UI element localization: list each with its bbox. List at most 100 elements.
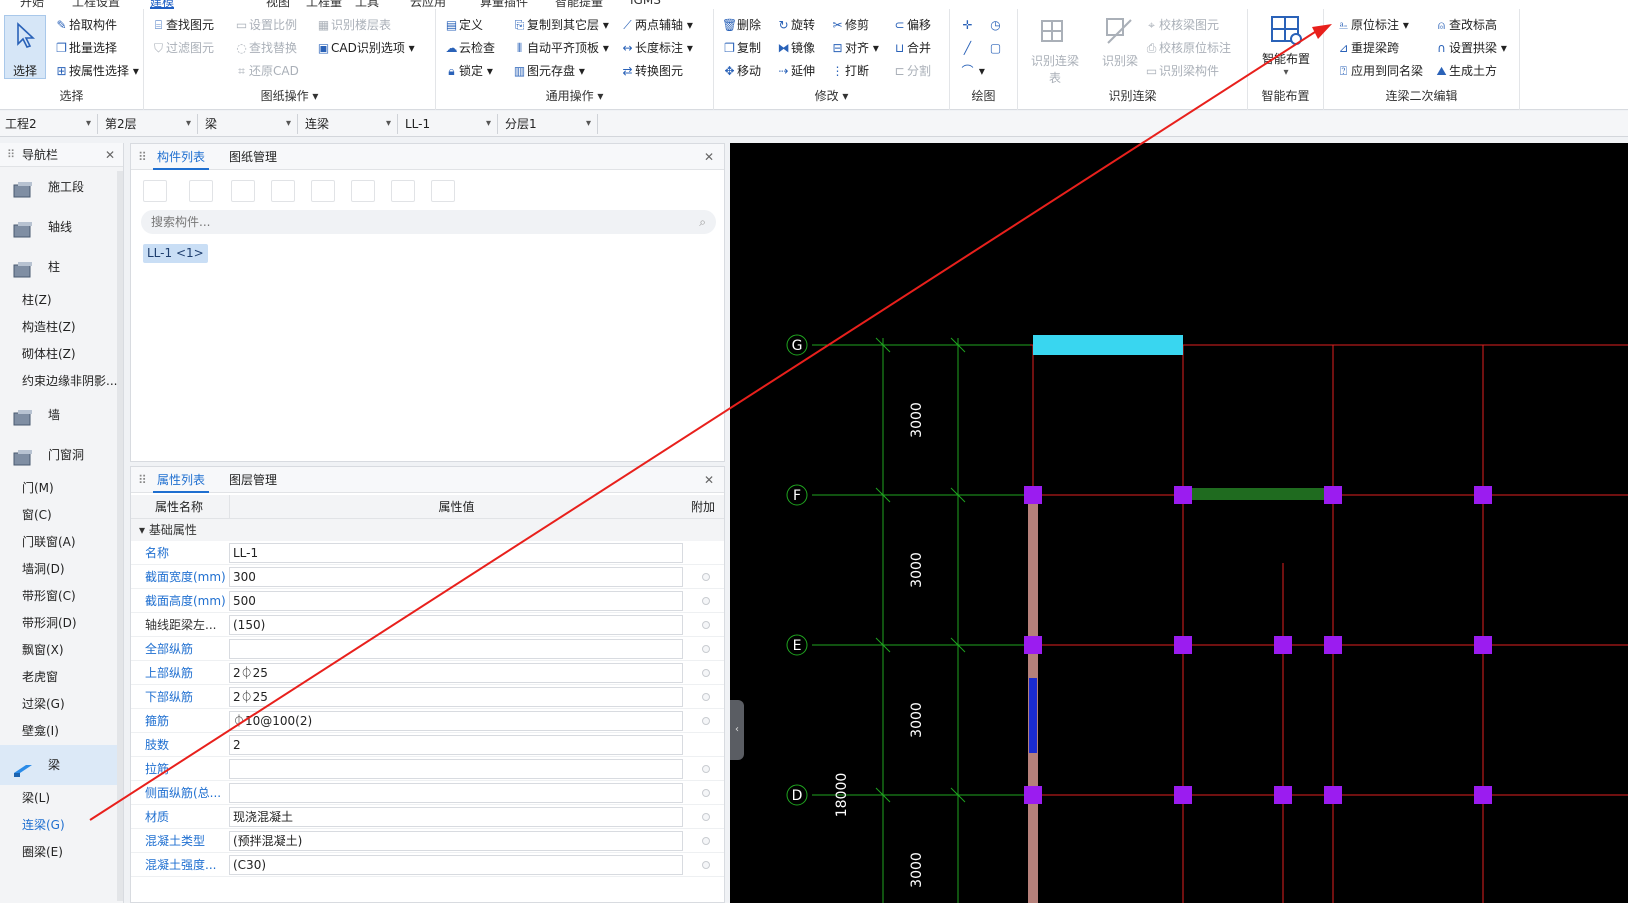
find-replace-button[interactable]: ◌ 查找替换 [234, 38, 297, 58]
extra-checkbox[interactable] [702, 573, 710, 581]
nav-item[interactable]: 墙洞(D) [0, 556, 123, 583]
nav-item[interactable]: 老虎窗 [0, 664, 123, 691]
identify-table-button[interactable]: 识别连梁表 [1030, 15, 1080, 86]
extra-checkbox[interactable] [702, 861, 710, 869]
menu-tab[interactable]: 工具 [355, 0, 379, 9]
nav-item[interactable]: 窗(C) [0, 502, 123, 529]
combo-1[interactable]: 第2层 [102, 114, 198, 134]
property-value[interactable]: 2⏀25 [229, 663, 683, 683]
identify-component-button[interactable]: ▭ 识别梁构件 [1144, 61, 1219, 81]
property-value[interactable] [229, 639, 683, 659]
identify-floor-table-button[interactable]: ▦ 识别楼层表 [316, 15, 391, 35]
find-element-button[interactable]: ⌸ 查找图元 [151, 15, 214, 35]
delete-component-icon[interactable] [231, 180, 255, 202]
smart-place-button[interactable]: 智能布置 ▾ [1252, 13, 1320, 78]
combo-2[interactable]: 梁 [202, 114, 298, 134]
property-value[interactable]: 300 [229, 567, 683, 587]
import-icon[interactable] [311, 180, 335, 202]
draw-rect-button[interactable]: ▢ [988, 38, 1003, 58]
list-icon[interactable] [431, 180, 455, 202]
nav-item[interactable]: 连梁(G) [0, 812, 123, 839]
extra-checkbox[interactable] [702, 765, 710, 773]
property-value[interactable] [229, 759, 683, 779]
extra-checkbox[interactable] [702, 597, 710, 605]
length-mark-button[interactable]: ↔ 长度标注 ▾ [620, 38, 692, 58]
tab-property-list[interactable]: 属性列表 [153, 467, 210, 493]
merge-button[interactable]: ⊔ 合并 [892, 38, 931, 58]
nav-item[interactable]: 圈梁(E) [0, 839, 123, 866]
cloud-check-button[interactable]: ☁ 云检查 [444, 38, 496, 58]
nav-item[interactable]: 过梁(G) [0, 691, 123, 718]
auto-flush-button[interactable]: ⫴ 自动平齐顶板 ▾ [512, 38, 609, 58]
close-icon[interactable]: ✕ [105, 143, 115, 167]
set-scale-button[interactable]: ▭ 设置比例 [234, 15, 297, 35]
offset-button[interactable]: ⊂ 偏移 [892, 15, 931, 35]
close-icon[interactable]: ✕ [704, 467, 714, 493]
menu-tab[interactable]: IGMS [630, 0, 661, 7]
break-button[interactable]: ⋮ 打断 [830, 61, 870, 81]
menu-tab[interactable]: 算量插件 [480, 0, 528, 9]
cad-drawing[interactable]: G F E D 3000 3000 3000 18000 3000 [730, 143, 1628, 903]
cad-options-button[interactable]: ▣ CAD识别选项 ▾ [316, 38, 415, 58]
generate-earth-button[interactable]: ⛰ 生成土方 [1434, 61, 1497, 81]
split-button[interactable]: ⊏ 分割 [892, 61, 931, 81]
extra-checkbox[interactable] [702, 837, 710, 845]
property-value[interactable]: (C30) [229, 855, 683, 875]
layer-icon[interactable] [391, 180, 415, 202]
draw-point-button[interactable]: ✛ [960, 15, 975, 35]
drawing-canvas[interactable]: G F E D 3000 3000 3000 18000 3000 [730, 143, 1628, 903]
menu-tab[interactable]: 工程设置 [72, 0, 120, 9]
menu-tab[interactable]: 工程量 [306, 0, 342, 9]
draw-curve-button[interactable]: ⌒ ▾ [960, 61, 984, 81]
tab-layer-management[interactable]: 图层管理 [229, 467, 277, 493]
select-button[interactable]: 选择 [4, 15, 46, 79]
extra-checkbox[interactable] [702, 645, 710, 653]
menu-tab[interactable]: 开始 [20, 0, 44, 9]
property-value[interactable]: 2 [229, 735, 683, 755]
nav-category[interactable]: 门窗洞 [0, 435, 123, 475]
close-icon[interactable]: ✕ [704, 144, 714, 170]
nav-category[interactable]: 梁 [0, 745, 123, 785]
extra-checkbox[interactable] [702, 621, 710, 629]
copy-button[interactable]: ❐ 复制 [722, 38, 761, 58]
grip-icon[interactable]: ⠿ [138, 144, 147, 170]
property-value[interactable]: (预拌混凝土) [229, 831, 683, 851]
menu-tab[interactable]: 视图 [266, 0, 290, 9]
nav-item[interactable]: 壁龛(I) [0, 718, 123, 745]
combo-4[interactable]: LL-1 [402, 114, 498, 134]
nav-item[interactable]: 飘窗(X) [0, 637, 123, 664]
property-value[interactable]: 500 [229, 591, 683, 611]
tab-drawing-management[interactable]: 图纸管理 [229, 144, 277, 170]
duplicate-icon[interactable] [271, 180, 295, 202]
extra-checkbox[interactable] [702, 789, 710, 797]
nav-category[interactable]: 施工段 [0, 167, 123, 207]
nav-item[interactable]: 带形窗(C) [0, 583, 123, 610]
menu-tab[interactable]: 智能提量 [555, 0, 603, 9]
extend-button[interactable]: ⇢ 延伸 [776, 61, 815, 81]
combo-0[interactable]: 工程2 [2, 114, 98, 134]
draw-arc-button[interactable]: ◷ [988, 15, 1003, 35]
combo-3[interactable]: 连梁 [302, 114, 398, 134]
convert-element-button[interactable]: ⇄ 转换图元 [620, 61, 683, 81]
nav-category[interactable]: 柱 [0, 247, 123, 287]
nav-category[interactable]: 墙 [0, 395, 123, 435]
nav-item[interactable]: 梁(L) [0, 785, 123, 812]
copy-to-floor-button[interactable]: ⎘ 复制到其它层 ▾ [512, 15, 609, 35]
nav-item[interactable]: 砌体柱(Z) [0, 341, 123, 368]
draw-line-button[interactable]: ╱ [960, 38, 975, 58]
property-value[interactable] [229, 783, 683, 803]
component-search-input[interactable]: 搜索构件... ⌕ [141, 210, 716, 234]
nav-item[interactable]: 构造柱(Z) [0, 314, 123, 341]
section-basic[interactable]: ▾ 基础属性 [131, 519, 724, 541]
rotate-button[interactable]: ↻ 旋转 [776, 15, 815, 35]
menu-tab[interactable]: 建模 [150, 0, 175, 9]
grip-icon[interactable]: ⠿ [7, 143, 15, 167]
nav-item[interactable]: 门联窗(A) [0, 529, 123, 556]
extra-checkbox[interactable] [702, 693, 710, 701]
nav-scrollbar[interactable] [117, 171, 123, 901]
nav-item[interactable]: 带形洞(D) [0, 610, 123, 637]
pick-component-button[interactable]: ✎ 拾取构件 [54, 15, 117, 35]
new-component-icon[interactable] [143, 180, 167, 202]
define-button[interactable]: ▤ 定义 [444, 15, 483, 35]
export-icon[interactable] [351, 180, 375, 202]
